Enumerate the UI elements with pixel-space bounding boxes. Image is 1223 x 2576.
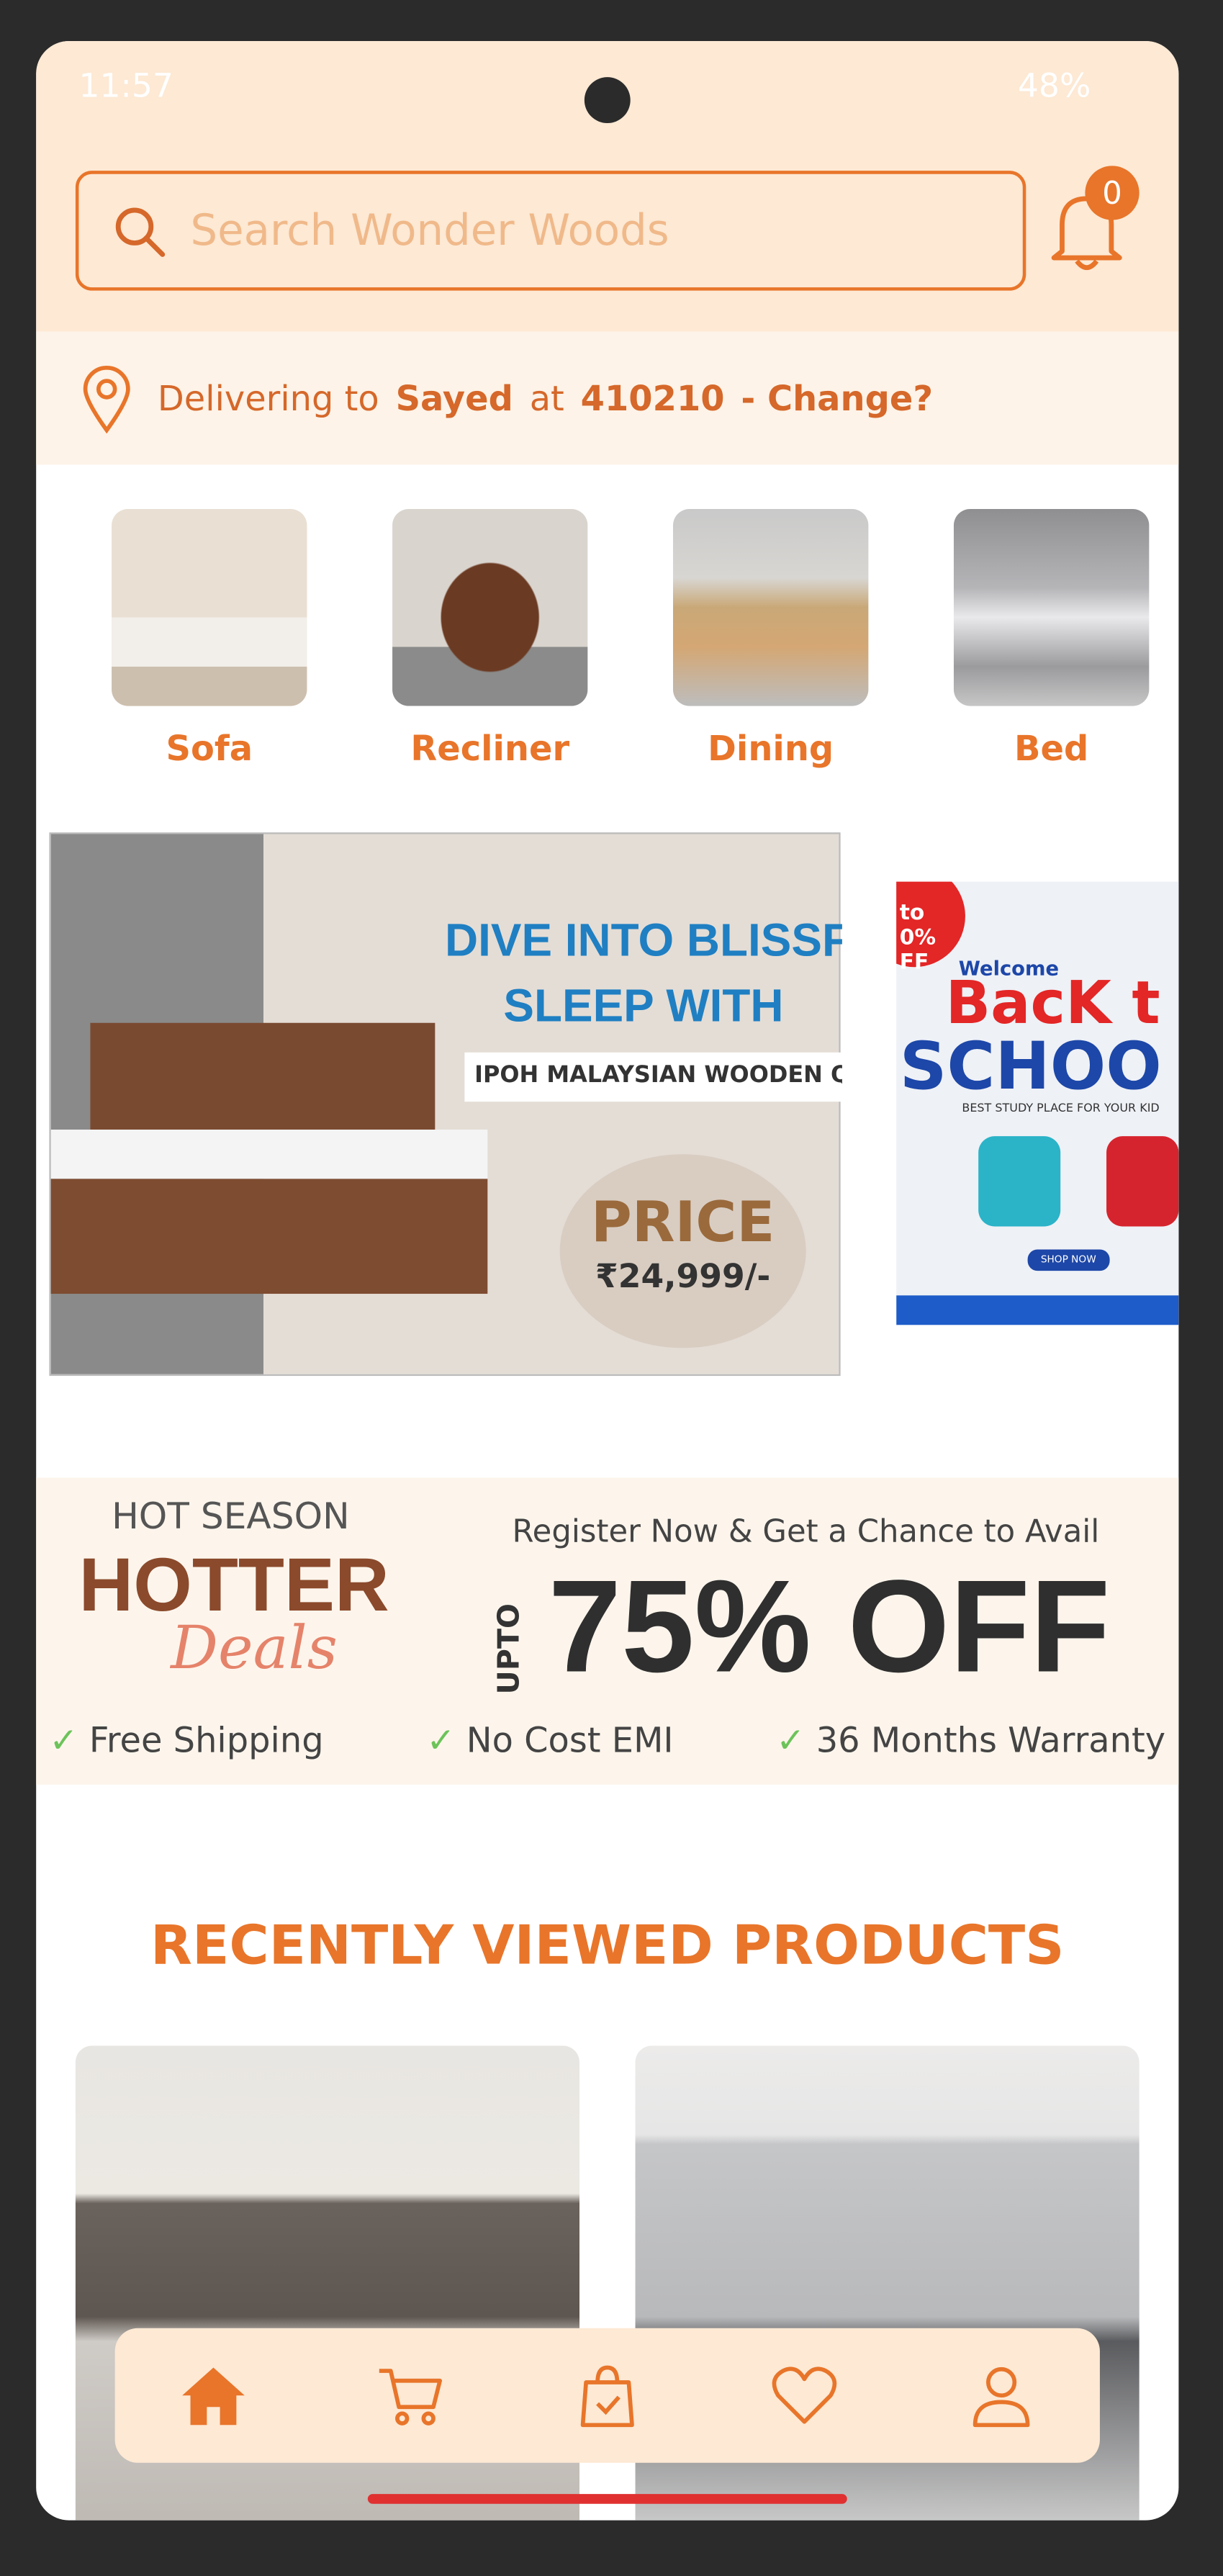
category-bed[interactable]: Bed bbox=[953, 508, 1150, 769]
banner-title-1: BacK t bbox=[945, 970, 1160, 1038]
category-label: Sofa bbox=[166, 729, 253, 769]
banner-back-to-school[interactable]: to 0% FF Welcome BacK t SCHOO BEST STUDY… bbox=[896, 881, 1179, 1325]
category-image bbox=[112, 508, 307, 706]
feature-warranty: ✓ 36 Months Warranty bbox=[776, 1720, 1166, 1760]
delivery-at: at bbox=[529, 378, 564, 418]
check-icon: ✓ bbox=[426, 1720, 456, 1760]
delivery-bar[interactable]: Delivering to Sayed at 410210 - Change? bbox=[36, 331, 1179, 465]
backpack-image bbox=[978, 1136, 1061, 1227]
profile-icon[interactable] bbox=[967, 2363, 1036, 2428]
search-icon bbox=[115, 207, 166, 256]
category-label: Bed bbox=[1014, 729, 1089, 769]
promo-offer: 75% OFF bbox=[548, 1553, 1111, 1700]
notification-badge: 0 bbox=[1085, 166, 1139, 220]
check-icon: ✓ bbox=[776, 1720, 805, 1760]
category-recliner[interactable]: Recliner bbox=[392, 508, 588, 769]
location-pin-icon bbox=[83, 364, 130, 433]
cart-icon[interactable] bbox=[376, 2363, 445, 2428]
category-label: Dining bbox=[708, 729, 834, 769]
feature-no-cost-emi: ✓ No Cost EMI bbox=[426, 1720, 674, 1760]
search-input[interactable]: Search Wonder Woods bbox=[75, 171, 1026, 291]
wishlist-heart-icon[interactable] bbox=[770, 2363, 839, 2428]
app-screen: 11:57 48% Search Wonder Woods 0 Deliveri… bbox=[36, 41, 1179, 2521]
promo-script: Deals bbox=[171, 1616, 338, 1683]
backpack-image bbox=[1106, 1136, 1179, 1227]
banner-tagline: BEST STUDY PLACE FOR YOUR KID bbox=[962, 1102, 1160, 1115]
promo-banner[interactable]: HOT SEASON HOTTER Deals Register Now & G… bbox=[36, 1477, 1179, 1785]
banner-price: ₹24,999/- bbox=[595, 1256, 771, 1296]
check-icon: ✓ bbox=[49, 1720, 78, 1760]
delivery-prefix: Delivering to bbox=[157, 378, 379, 418]
header: 11:57 48% Search Wonder Woods 0 bbox=[36, 41, 1179, 332]
camera-cutout bbox=[584, 77, 631, 124]
price-label: PRICE bbox=[591, 1190, 775, 1256]
home-indicator[interactable] bbox=[367, 2494, 847, 2504]
shop-now-button[interactable]: SHOP NOW bbox=[1027, 1249, 1109, 1271]
delivery-name: Sayed bbox=[395, 378, 513, 418]
delivery-pincode: 410210 bbox=[580, 378, 725, 418]
category-dining[interactable]: Dining bbox=[673, 508, 869, 769]
bottom-nav bbox=[114, 2328, 1100, 2463]
category-image bbox=[392, 508, 588, 706]
bed-frame-image bbox=[50, 1179, 488, 1294]
category-label: Recliner bbox=[410, 729, 570, 769]
search-placeholder: Search Wonder Woods bbox=[190, 206, 669, 256]
banner-title-2: SCHOO bbox=[899, 1029, 1162, 1105]
bed-mattress-image bbox=[50, 1129, 488, 1179]
bed-headboard-image bbox=[90, 1022, 436, 1138]
change-address-link[interactable]: - Change? bbox=[741, 379, 933, 418]
banner-footer-strip bbox=[896, 1295, 1179, 1325]
banner-bed-offer[interactable]: DIVE INTO BLISSFU SLEEP WITH IPOH MALAYS… bbox=[49, 832, 842, 1377]
promo-upto: UPTO bbox=[492, 1603, 528, 1695]
category-image bbox=[953, 508, 1150, 706]
home-icon[interactable] bbox=[179, 2363, 248, 2428]
category-image bbox=[673, 508, 869, 706]
feature-free-shipping: ✓ Free Shipping bbox=[49, 1720, 324, 1760]
promo-register: Register Now & Get a Chance to Avail bbox=[512, 1513, 1100, 1550]
banner-headline-1: DIVE INTO BLISSFU bbox=[445, 914, 842, 965]
category-sofa[interactable]: Sofa bbox=[112, 508, 307, 769]
orders-bag-icon[interactable] bbox=[573, 2363, 642, 2428]
promo-kicker: HOT SEASON bbox=[112, 1497, 350, 1539]
status-time: 11:57 bbox=[78, 66, 173, 105]
banner-headline-2: SLEEP WITH bbox=[503, 980, 784, 1032]
banner-product-name: IPOH MALAYSIAN WOODEN QUEEN B bbox=[464, 1052, 842, 1102]
banner-corner-badge: to 0% FF bbox=[896, 881, 965, 976]
status-battery: 48% bbox=[1017, 66, 1091, 105]
recently-viewed-heading: RECENTLY VIEWED PRODUCTS bbox=[150, 1912, 1065, 1977]
